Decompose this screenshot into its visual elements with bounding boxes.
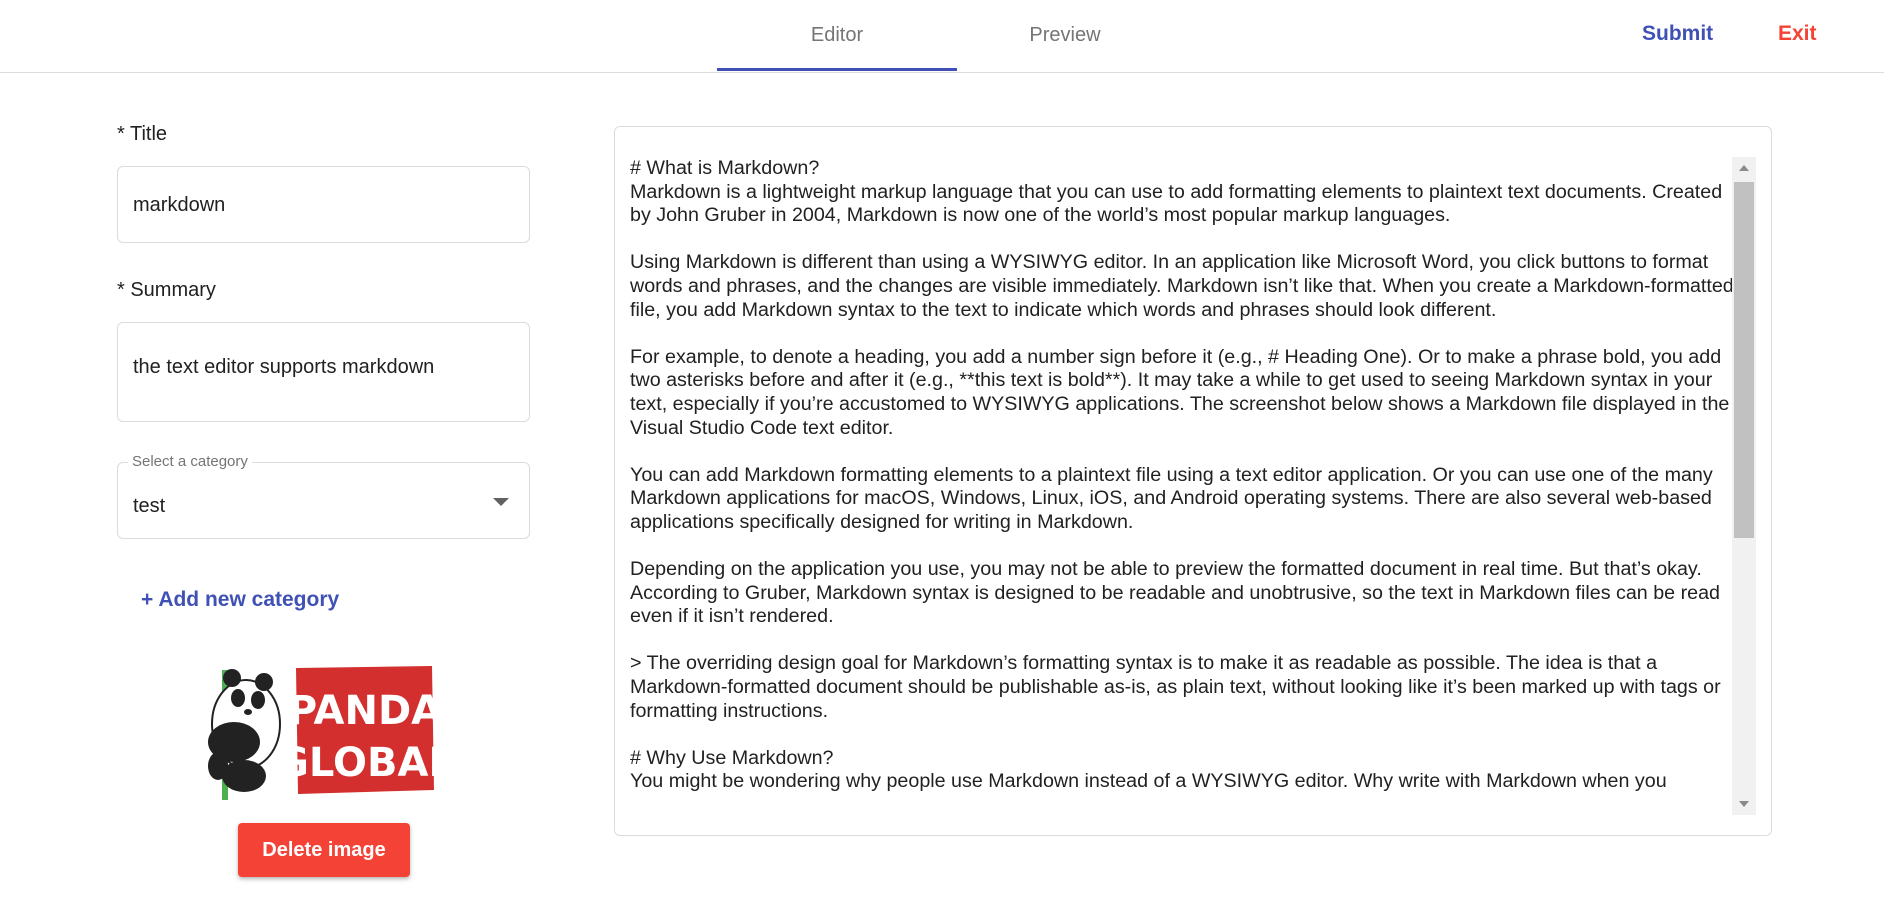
scroll-up-arrow-icon[interactable] [1739, 165, 1749, 171]
top-bar: Editor Preview Submit Exit [0, 0, 1884, 73]
markdown-textarea[interactable]: # What is Markdown? Markdown is a lightw… [630, 157, 1737, 815]
active-tab-indicator [717, 68, 957, 71]
scroll-down-arrow-icon[interactable] [1739, 801, 1749, 807]
title-label: * Title [117, 123, 168, 145]
summary-input[interactable]: the text editor supports markdown [117, 322, 530, 422]
logo-text-top: PANDA [288, 688, 436, 734]
dropdown-arrow-icon [493, 498, 509, 506]
category-select-value: test [133, 495, 166, 517]
category-select[interactable]: Select a category test [117, 453, 530, 539]
editor-scrollbar[interactable] [1732, 157, 1756, 815]
summary-label: * Summary [117, 279, 216, 301]
add-category-link[interactable]: + Add new category [141, 588, 339, 612]
logo-text-bottom: GLOBAL [276, 740, 436, 786]
exit-button[interactable]: Exit [1778, 22, 1817, 46]
tab-editor[interactable]: Editor [717, 0, 957, 72]
tab-preview[interactable]: Preview [945, 0, 1185, 72]
title-input[interactable]: markdown [117, 166, 530, 243]
markdown-editor: # What is Markdown? Markdown is a lightw… [614, 126, 1772, 836]
submit-button[interactable]: Submit [1642, 22, 1713, 46]
uploaded-image: PANDA GLOBAL [204, 664, 454, 800]
scroll-thumb[interactable] [1734, 182, 1754, 538]
delete-image-button[interactable]: Delete image [238, 823, 410, 877]
